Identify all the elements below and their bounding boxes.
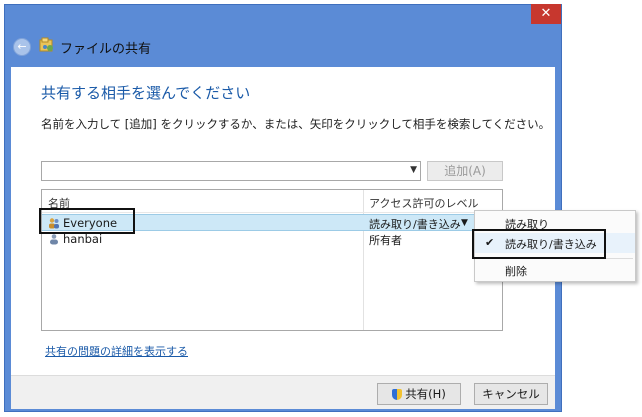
- row-access-level: 所有者: [369, 234, 402, 247]
- highlight-frame-read-write: [472, 229, 606, 259]
- share-button[interactable]: 共有(H): [377, 383, 461, 405]
- share-button-label: 共有(H): [405, 387, 446, 401]
- menu-item-remove[interactable]: 削除: [475, 260, 635, 280]
- user-icon: [50, 234, 58, 245]
- back-arrow-icon: ←: [17, 40, 27, 53]
- uac-shield-icon: [392, 389, 403, 400]
- menu-item-label: 削除: [505, 265, 527, 278]
- title-bar: ← ファイルの共有: [5, 27, 561, 67]
- column-header-access[interactable]: アクセス許可のレベル: [369, 195, 478, 211]
- back-button[interactable]: ←: [13, 38, 31, 56]
- add-button[interactable]: 追加(A): [427, 161, 503, 181]
- row-name: hanbai: [63, 232, 103, 246]
- user-name-combobox[interactable]: ▼: [41, 161, 421, 181]
- highlight-frame-everyone: [39, 208, 135, 234]
- help-link[interactable]: 共有の問題の詳細を表示する: [45, 343, 188, 359]
- dialog-footer: 共有(H) キャンセル: [11, 375, 555, 409]
- instruction-text: 名前を入力して [追加] をクリックするか、または、矢印をクリックして相手を検索…: [41, 117, 551, 131]
- column-divider: [363, 190, 364, 330]
- chevron-down-icon[interactable]: ▼: [410, 165, 417, 175]
- close-icon: ✕: [540, 6, 552, 21]
- share-folder-icon: [39, 37, 53, 52]
- row-access-level[interactable]: 読み取り/書き込み: [369, 216, 461, 232]
- page-title: 共有する相手を選んでください: [41, 84, 251, 102]
- cancel-button[interactable]: キャンセル: [474, 383, 548, 405]
- dropdown-arrow-icon[interactable]: ▼: [461, 218, 468, 228]
- close-button[interactable]: ✕: [531, 4, 561, 24]
- window-title: ファイルの共有: [60, 42, 152, 57]
